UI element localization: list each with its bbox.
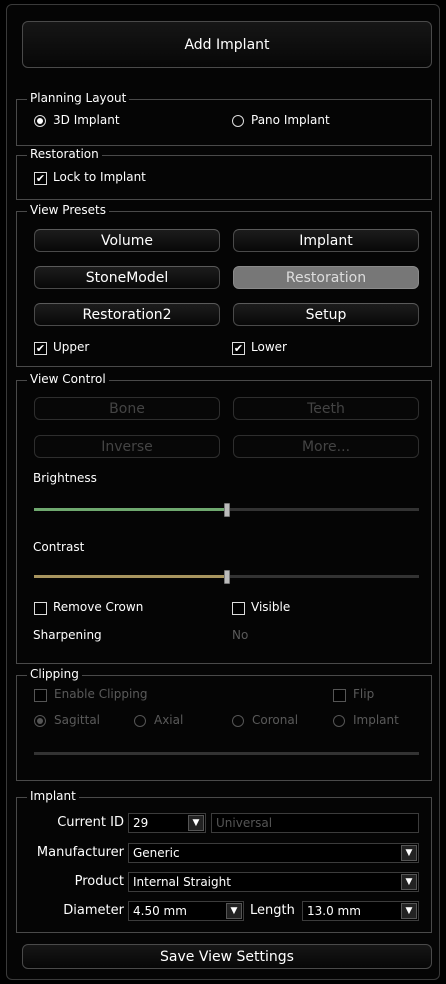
implant-title: Implant <box>27 789 79 803</box>
restoration-title: Restoration <box>27 147 102 161</box>
radio-3d-implant[interactable] <box>34 115 46 127</box>
lower-checkbox[interactable]: ✔ <box>232 342 245 355</box>
contrast-slider-handle[interactable] <box>224 570 230 584</box>
remove-crown-checkbox[interactable] <box>34 602 47 615</box>
radio-coronal-label: Coronal <box>252 713 299 727</box>
brightness-slider-handle[interactable] <box>224 503 230 517</box>
flip-checkbox[interactable] <box>333 689 346 702</box>
preset-stonemodel-button[interactable]: StoneModel <box>34 266 220 289</box>
length-value: 13.0 mm <box>307 904 361 918</box>
radio-axial[interactable] <box>134 715 146 727</box>
radio-pano-implant[interactable] <box>232 115 244 127</box>
visible-checkbox[interactable] <box>232 602 245 615</box>
upper-checkbox[interactable]: ✔ <box>34 342 47 355</box>
add-implant-button[interactable]: Add Implant <box>22 21 432 68</box>
length-dropdown-icon[interactable]: ▼ <box>401 903 417 919</box>
view-control-title: View Control <box>27 372 109 386</box>
diameter-label: Diameter <box>63 903 124 918</box>
radio-axial-label: Axial <box>154 713 184 727</box>
flip-label: Flip <box>353 687 375 701</box>
manufacturer-select[interactable]: Generic <box>128 843 419 863</box>
manufacturer-value: Generic <box>133 846 180 860</box>
brightness-slider-track[interactable] <box>230 508 419 511</box>
radio-sagittal[interactable] <box>34 715 46 727</box>
radio-pano-implant-label: Pano Implant <box>251 113 330 127</box>
universal-placeholder: Universal <box>216 816 273 830</box>
enable-clipping-label: Enable Clipping <box>54 687 148 701</box>
clipping-slider-track[interactable] <box>34 752 419 755</box>
contrast-slider-fill <box>34 575 227 578</box>
preset-restoration2-button[interactable]: Restoration2 <box>34 303 220 326</box>
current-id-value: 29 <box>133 816 149 830</box>
diameter-dropdown-icon[interactable]: ▼ <box>226 903 242 919</box>
lower-label: Lower <box>251 340 287 354</box>
radio-sagittal-label: Sagittal <box>54 713 101 727</box>
product-label: Product <box>74 874 124 889</box>
lock-to-implant-checkbox[interactable]: ✔ <box>34 172 47 185</box>
preset-restoration-button[interactable]: Restoration <box>233 266 419 289</box>
diameter-value: 4.50 mm <box>133 904 187 918</box>
brightness-label: Brightness <box>33 471 97 485</box>
contrast-label: Contrast <box>33 540 85 554</box>
universal-field[interactable]: Universal <box>211 813 419 833</box>
bone-button[interactable]: Bone <box>34 397 220 420</box>
upper-label: Upper <box>53 340 90 354</box>
enable-clipping-checkbox[interactable] <box>34 689 47 702</box>
save-view-settings-button[interactable]: Save View Settings <box>22 944 432 969</box>
preset-implant-button[interactable]: Implant <box>233 229 419 252</box>
radio-implant-label: Implant <box>353 713 399 727</box>
clipping-title: Clipping <box>27 667 82 681</box>
length-label: Length <box>250 903 295 918</box>
product-value: Internal Straight <box>133 875 231 889</box>
remove-crown-label: Remove Crown <box>53 600 144 614</box>
lock-to-implant-label: Lock to Implant <box>53 170 146 184</box>
product-dropdown-icon[interactable]: ▼ <box>401 874 417 890</box>
radio-coronal[interactable] <box>232 715 244 727</box>
view-control-group: View Control <box>16 372 432 664</box>
sharpening-label: Sharpening <box>33 628 102 642</box>
product-select[interactable]: Internal Straight <box>128 872 419 892</box>
inverse-button[interactable]: Inverse <box>34 435 220 458</box>
current-id-label: Current ID <box>57 815 124 830</box>
planning-layout-title: Planning Layout <box>27 91 130 105</box>
radio-implant[interactable] <box>333 715 345 727</box>
more-button[interactable]: More... <box>233 435 419 458</box>
contrast-slider-track[interactable] <box>230 575 419 578</box>
view-presets-title: View Presets <box>27 203 109 217</box>
current-id-dropdown-icon[interactable]: ▼ <box>188 815 204 831</box>
teeth-button[interactable]: Teeth <box>233 397 419 420</box>
radio-3d-implant-label: 3D Implant <box>53 113 120 127</box>
brightness-slider-fill <box>34 508 227 511</box>
preset-volume-button[interactable]: Volume <box>34 229 220 252</box>
manufacturer-label: Manufacturer <box>36 845 124 860</box>
preset-setup-button[interactable]: Setup <box>233 303 419 326</box>
sharpening-value[interactable]: No <box>232 628 248 642</box>
visible-label: Visible <box>251 600 291 614</box>
manufacturer-dropdown-icon[interactable]: ▼ <box>401 845 417 861</box>
